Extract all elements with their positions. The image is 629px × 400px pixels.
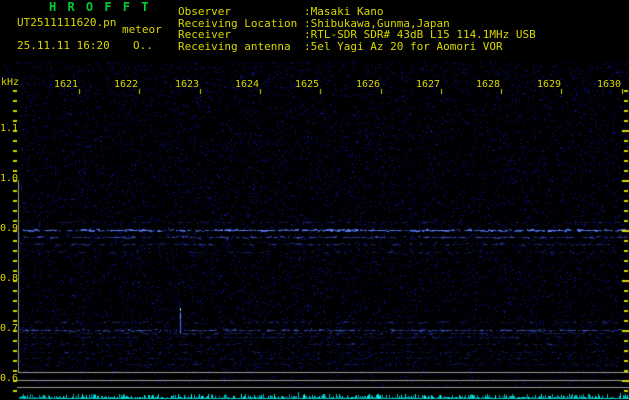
time-tick-label: 1624 [235, 79, 260, 90]
time-tick-label: 1621 [54, 79, 79, 90]
time-tick-label: 1629 [537, 79, 562, 90]
capture-datetime: 25.11.11 16:20 [17, 39, 110, 52]
freq-tick-label: 0.6 [0, 373, 19, 384]
freq-tick-label: 0.7 [0, 323, 19, 334]
status-counter: O.. [133, 39, 153, 52]
freq-tick-label: 0.9 [0, 223, 19, 234]
time-tick-label: 1622 [114, 79, 139, 90]
info-label-receiving-antenna: Receiving antenna [178, 40, 291, 53]
info-value-receiving-antenna: :5el Yagi Az 20 for Aomori VOR [304, 40, 503, 53]
time-tick-label: 1626 [356, 79, 381, 90]
info-value-receiver: :RTL-SDR SDR# 43dB L15 114.1MHz USB [304, 28, 536, 41]
time-tick-label: 1627 [416, 79, 441, 90]
freq-tick-label: 1.0 [0, 173, 19, 184]
hrofft-screen: H R O F F T UT2511111620.pn meteor 25.11… [0, 0, 629, 400]
freq-tick-label: 1.1 [0, 123, 19, 134]
info-label-observer: Observer [178, 5, 231, 18]
freq-tick-label: 0.8 [0, 273, 19, 284]
info-label-receiver: Receiver [178, 28, 231, 41]
capture-filename: UT2511111620.pn [17, 16, 117, 29]
app-title: H R O F F T [49, 0, 151, 14]
time-tick-label: 1628 [476, 79, 501, 90]
time-tick-label: 1625 [295, 79, 320, 90]
time-tick-label: 1630 [597, 79, 622, 90]
info-value-observer: :Masaki Kano [304, 5, 384, 18]
spectrogram-canvas [0, 0, 629, 400]
freq-axis-unit-label: kHz [1, 77, 20, 88]
observation-name: meteor [122, 23, 162, 36]
time-tick-label: 1623 [175, 79, 200, 90]
